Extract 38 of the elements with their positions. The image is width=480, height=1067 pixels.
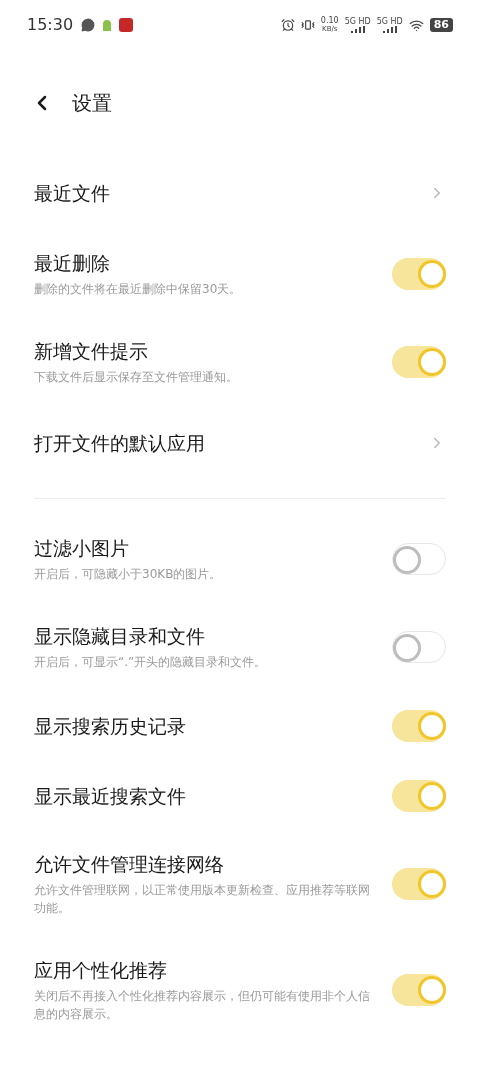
- signal-label: 5G HD: [344, 17, 371, 26]
- setting-title: 显示搜索历史记录: [34, 714, 186, 739]
- toggle-switch[interactable]: [392, 631, 446, 663]
- signal-label: 5G HD: [376, 17, 403, 26]
- vibrate-icon: [300, 18, 315, 32]
- setting-description: 删除的文件将在最近删除中保留30天。: [34, 281, 242, 298]
- toggle-switch[interactable]: [392, 346, 446, 378]
- setting-title: 过滤小图片: [34, 536, 130, 561]
- setting-description: 开启后，可隐藏小于30KB的图片。: [34, 566, 222, 583]
- status-time: 15:30: [27, 14, 74, 36]
- toggle-switch[interactable]: [392, 710, 446, 742]
- setting-title: 显示最近搜索文件: [34, 784, 186, 809]
- battery-level: 86: [429, 18, 453, 32]
- page-title: 设置: [72, 90, 112, 117]
- app-icon: [119, 18, 134, 32]
- toggle-switch[interactable]: [392, 780, 446, 812]
- toggle-switch[interactable]: [392, 258, 446, 290]
- chat-icon: [81, 18, 96, 32]
- setting-description: 关闭后不再接入个性化推荐内容展示，但仍可能有使用非个人信息的内容展示。: [34, 988, 371, 1023]
- toggle-switch[interactable]: [392, 868, 446, 900]
- setting-title: 显示隐藏目录和文件: [34, 624, 206, 649]
- alarm-icon: [280, 18, 295, 32]
- wifi-icon: [408, 17, 424, 33]
- setting-title: 新增文件提示: [34, 339, 149, 364]
- setting-title: 允许文件管理连接网络: [34, 852, 225, 877]
- setting-title: 打开文件的默认应用: [34, 431, 205, 456]
- toggle-switch[interactable]: [392, 543, 446, 575]
- setting-title: 最近删除: [34, 251, 111, 276]
- speed-value: 0.10: [320, 17, 339, 25]
- setting-title: 应用个性化推荐: [34, 958, 168, 983]
- signal-icon: [350, 26, 365, 33]
- toggle-switch[interactable]: [392, 974, 446, 1006]
- signal-icon: [382, 26, 397, 33]
- android-icon: [103, 19, 112, 31]
- setting-description: 开启后，可显示“.”开头的隐藏目录和文件。: [34, 654, 267, 671]
- setting-description: 下载文件后显示保存至文件管理通知。: [34, 369, 238, 386]
- setting-title: 最近文件: [34, 181, 110, 206]
- setting-description: 允许文件管理联网，以正常使用版本更新检查、应用推荐等联网功能。: [34, 882, 371, 917]
